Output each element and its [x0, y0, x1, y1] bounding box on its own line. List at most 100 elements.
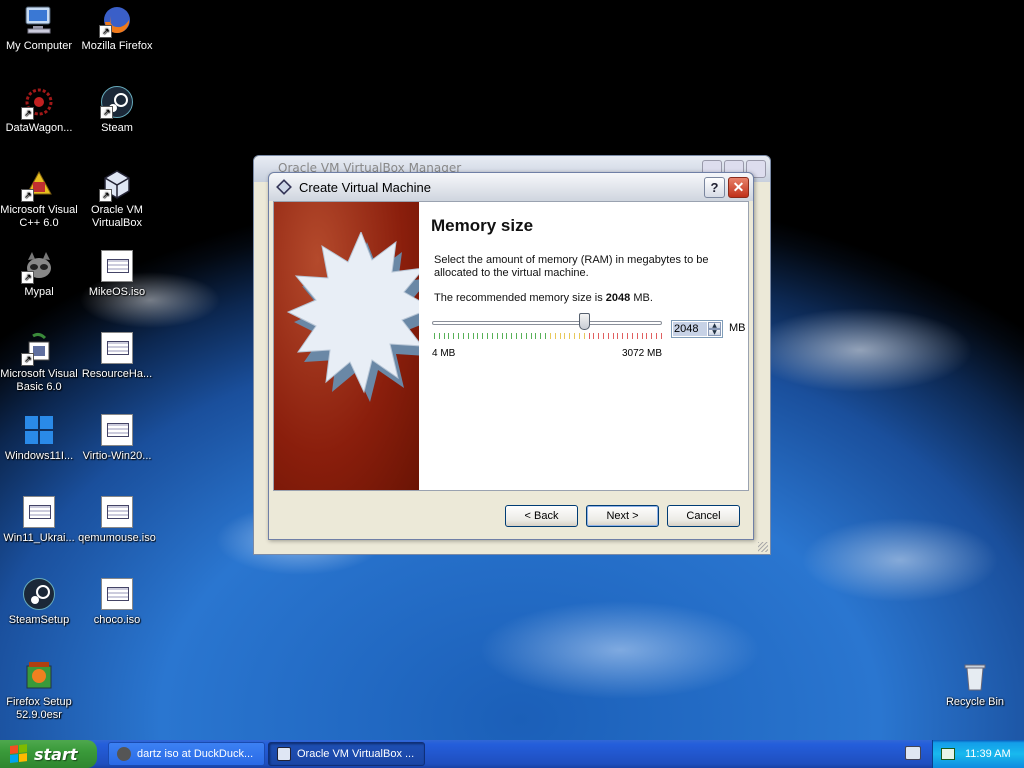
slider-tick	[520, 333, 522, 339]
system-tray: 11:39 AM	[932, 740, 1024, 768]
page-description: Select the amount of memory (RAM) in meg…	[434, 254, 709, 279]
iso-file-icon	[101, 414, 133, 446]
slider-tick	[472, 333, 474, 339]
slider-tick	[525, 333, 527, 339]
slider-tick	[627, 333, 629, 339]
slider-tick	[487, 333, 489, 339]
keyboard-icon[interactable]	[905, 746, 921, 760]
close-button[interactable]: ✕	[728, 177, 749, 198]
desktop-icon-label: Firefox Setup 52.9.0esr	[6, 696, 72, 721]
desktop-icon-label: Win11_Ukrai...	[3, 532, 75, 544]
wizard-watermark-image	[274, 202, 419, 490]
slider-tick	[453, 333, 455, 339]
slider-tick	[477, 333, 479, 339]
task-label: dartz iso at DuckDuck...	[137, 748, 254, 760]
dialog-titlebar[interactable]: Create Virtual Machine	[269, 173, 753, 201]
back-button[interactable]: < Back	[505, 505, 578, 527]
slider-tick	[656, 333, 658, 339]
slider-tick	[569, 333, 571, 339]
datawagon-icon	[21, 86, 55, 120]
wizard-page: Memory size Select the amount of memory …	[273, 201, 749, 491]
slider-tick	[511, 333, 513, 339]
taskbar-button-virtualbox[interactable]: Oracle VM VirtualBox ...	[268, 742, 425, 766]
desktop-icon-label: Microsoft Visual C++ 6.0	[0, 204, 78, 229]
desktop-icon-win11-ukrai[interactable]: Win11_Ukrai...	[0, 496, 78, 545]
desktop-icon-qemumouse[interactable]: qemumouse.iso	[78, 496, 156, 545]
desktop-icon-resourcehacker[interactable]: ResourceHa...	[78, 332, 156, 381]
spin-up-button[interactable]: ▲	[708, 322, 721, 329]
desktop-icon-firefox[interactable]: Mozilla Firefox	[78, 4, 156, 53]
taskbar: start dartz iso at DuckDuck... Oracle VM…	[0, 740, 1024, 768]
slider-tick	[578, 333, 580, 339]
desktop-icon-windows11[interactable]: Windows11I...	[0, 414, 78, 463]
desktop-icon-datawagon[interactable]: DataWagon...	[0, 86, 78, 135]
firefox-icon	[99, 4, 133, 38]
slider-tick	[549, 333, 551, 339]
memory-spinbox[interactable]: ▲ ▼	[671, 320, 723, 338]
slider-tick	[491, 333, 493, 339]
resize-grip[interactable]	[758, 542, 768, 552]
iso-file-icon	[101, 250, 133, 282]
slider-tick	[443, 333, 445, 339]
desktop-icon-steam[interactable]: Steam	[78, 86, 156, 135]
desktop-icon-choco[interactable]: choco.iso	[78, 578, 156, 627]
iso-file-icon	[101, 496, 133, 528]
recommended-value: 2048	[605, 292, 631, 304]
slider-tick	[607, 333, 609, 339]
page-title: Memory size	[431, 216, 534, 235]
desktop-icon-mikeos[interactable]: MikeOS.iso	[78, 250, 156, 299]
visual-basic-icon	[21, 332, 55, 366]
memory-slider-track[interactable]	[432, 321, 662, 325]
steam-icon	[23, 578, 55, 610]
slider-tick	[462, 333, 464, 339]
desktop-icon-steamsetup[interactable]: SteamSetup	[0, 578, 78, 627]
desktop-icon-my-computer[interactable]: My Computer	[0, 4, 78, 53]
slider-tick	[448, 333, 450, 339]
desktop-icon-label: Oracle VM VirtualBox	[91, 204, 143, 229]
slider-tick	[438, 333, 440, 339]
slider-min-label: 4 MB	[432, 348, 456, 359]
slider-tick	[501, 333, 503, 339]
slider-tick	[554, 333, 556, 339]
desktop-icon-label: Mozilla Firefox	[81, 40, 153, 52]
desktop-icon-visual-cpp[interactable]: Microsoft Visual C++ 6.0	[0, 168, 78, 230]
desktop-icon-firefox-setup[interactable]: Firefox Setup 52.9.0esr	[0, 660, 78, 722]
slider-tick	[564, 333, 566, 339]
slider-tick	[482, 333, 484, 339]
memory-slider-ticks	[434, 333, 662, 339]
desktop-icon-visual-basic[interactable]: Microsoft Visual Basic 6.0	[0, 332, 78, 394]
cancel-button[interactable]: Cancel	[667, 505, 740, 527]
slider-tick	[631, 333, 633, 339]
desktop-icon-virtualbox[interactable]: Oracle VM VirtualBox	[78, 168, 156, 230]
next-button[interactable]: Next >	[586, 505, 659, 527]
steam-icon	[100, 86, 133, 119]
dialog-button-bar: < Back Next > Cancel	[273, 491, 749, 535]
slider-tick	[651, 333, 653, 339]
start-button[interactable]: start	[0, 740, 97, 768]
slider-max-label: 3072 MB	[622, 348, 663, 359]
mypal-icon	[117, 747, 131, 761]
spin-down-button[interactable]: ▼	[708, 329, 721, 336]
slider-tick	[530, 333, 532, 339]
memory-slider-thumb[interactable]	[578, 313, 590, 330]
installer-icon	[23, 660, 55, 692]
desktop-icon-label: Virtio-Win20...	[82, 450, 152, 462]
desktop-icon-virtio-win[interactable]: Virtio-Win20...	[78, 414, 156, 463]
slider-tick	[617, 333, 619, 339]
help-button[interactable]: ?	[704, 177, 725, 198]
memory-input[interactable]	[673, 322, 707, 336]
slider-tick	[540, 333, 542, 339]
taskbar-button-duckduckgo[interactable]: dartz iso at DuckDuck...	[108, 742, 265, 766]
clock[interactable]: 11:39 AM	[965, 748, 1011, 760]
start-label: start	[34, 744, 78, 764]
desktop-icon-mypal[interactable]: Mypal	[0, 250, 78, 299]
visual-cpp-icon	[21, 168, 55, 202]
iso-file-icon	[23, 496, 55, 528]
network-icon[interactable]	[941, 748, 955, 760]
desktop-icon-label: Recycle Bin	[945, 696, 1005, 708]
slider-tick	[545, 333, 547, 339]
desktop-icon-recycle-bin[interactable]: Recycle Bin	[936, 660, 1014, 709]
iso-file-icon	[101, 578, 133, 610]
computer-icon	[23, 4, 55, 36]
desktop-icon-label: Mypal	[24, 286, 54, 298]
